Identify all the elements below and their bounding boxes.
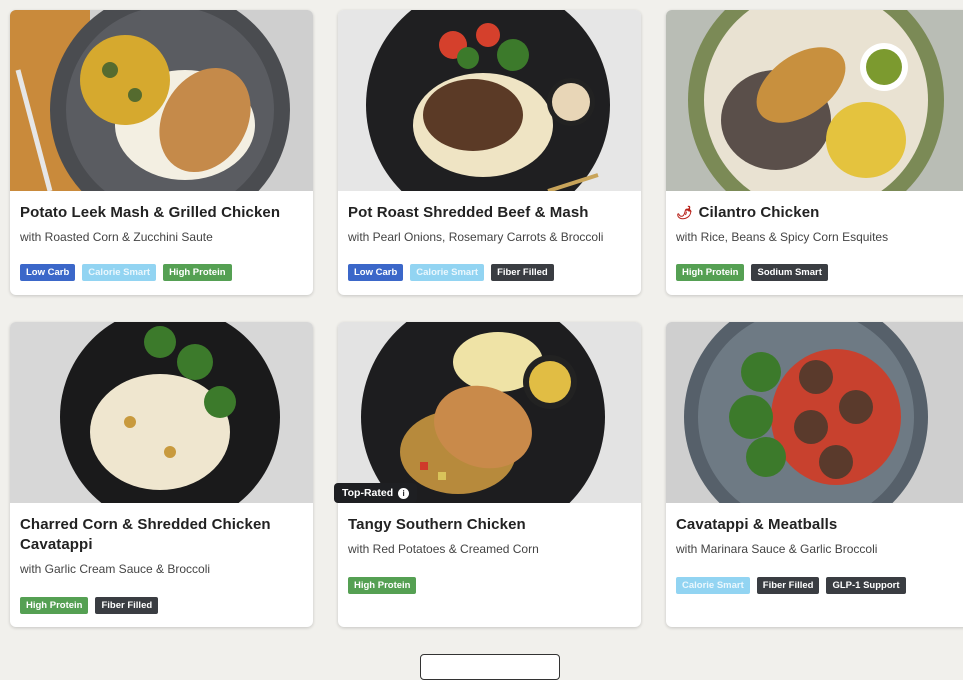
- meal-title[interactable]: 🌶 Cilantro Chicken: [676, 203, 959, 223]
- meal-image[interactable]: [666, 10, 963, 191]
- tag-calorie-smart: Calorie Smart: [82, 264, 157, 281]
- tag-list: Low Carb Calorie Smart High Protein: [20, 264, 232, 281]
- meal-subtitle: with Garlic Cream Sauce & Broccoli: [20, 562, 211, 576]
- meal-photo-illustration: [666, 10, 963, 191]
- meal-photo-illustration: [338, 322, 641, 503]
- meal-title[interactable]: Charred Corn & Shredded Chicken Cavatapp…: [20, 515, 303, 555]
- meal-image[interactable]: [338, 10, 641, 191]
- top-rated-badge[interactable]: Top-Rated i: [334, 483, 418, 503]
- info-icon[interactable]: i: [398, 487, 410, 499]
- tag-calorie-smart: Calorie Smart: [410, 264, 485, 281]
- tag-high-protein: High Protein: [676, 264, 745, 281]
- tag-high-protein: High Protein: [20, 597, 89, 614]
- meal-title[interactable]: Potato Leek Mash & Grilled Chicken: [20, 203, 303, 223]
- meal-title-text: Cilantro Chicken: [698, 204, 820, 221]
- meal-image[interactable]: [10, 10, 313, 191]
- tag-sodium-smart: Sodium Smart: [751, 264, 828, 281]
- meal-photo-illustration: [666, 322, 963, 503]
- tag-fiber-filled: Fiber Filled: [756, 577, 820, 594]
- meal-subtitle: with Red Potatoes & Creamed Corn: [348, 542, 539, 556]
- tag-list: Low Carb Calorie Smart Fiber Filled: [348, 264, 554, 281]
- tag-list: High Protein Fiber Filled: [20, 597, 159, 614]
- meal-image[interactable]: [666, 322, 963, 503]
- tag-calorie-smart: Calorie Smart: [676, 577, 750, 594]
- meal-card[interactable]: Potato Leek Mash & Grilled Chicken with …: [10, 10, 313, 295]
- meal-photo-illustration: [10, 10, 313, 191]
- meal-subtitle: with Pearl Onions, Rosemary Carrots & Br…: [348, 230, 604, 244]
- top-rated-label: Top-Rated: [342, 487, 394, 499]
- meal-photo-illustration: [10, 322, 313, 503]
- tag-fiber-filled: Fiber Filled: [491, 264, 554, 281]
- tag-low-carb: Low Carb: [348, 264, 404, 281]
- meal-subtitle: with Roasted Corn & Zucchini Saute: [20, 230, 213, 244]
- meal-card[interactable]: Charred Corn & Shredded Chicken Cavatapp…: [10, 322, 313, 627]
- meal-title[interactable]: Tangy Southern Chicken: [348, 515, 631, 535]
- meal-card[interactable]: Top-Rated i Tangy Southern Chicken with …: [334, 322, 641, 627]
- meal-photo-illustration: [338, 10, 641, 191]
- tag-fiber-filled: Fiber Filled: [95, 597, 159, 614]
- chili-pepper-icon: 🌶: [676, 205, 693, 220]
- tag-list: Calorie Smart Fiber Filled GLP-1 Support: [676, 577, 906, 594]
- meal-image[interactable]: Top-Rated i: [334, 322, 641, 503]
- tag-glp-1-support: GLP-1 Support: [826, 577, 906, 594]
- tag-high-protein: High Protein: [348, 577, 417, 594]
- load-more-button[interactable]: [420, 654, 560, 680]
- meal-subtitle: with Marinara Sauce & Garlic Broccoli: [676, 542, 878, 556]
- tag-list: High Protein Sodium Smart: [676, 264, 828, 281]
- meal-card[interactable]: 🌶 Cilantro Chicken with Rice, Beans & Spi…: [666, 10, 963, 295]
- meal-title[interactable]: Cavatappi & Meatballs: [676, 515, 959, 535]
- meal-title[interactable]: Pot Roast Shredded Beef & Mash: [348, 203, 631, 223]
- meal-card[interactable]: Cavatappi & Meatballs with Marinara Sauc…: [666, 322, 963, 627]
- meal-subtitle: with Rice, Beans & Spicy Corn Esquites: [676, 230, 889, 244]
- meal-card[interactable]: Pot Roast Shredded Beef & Mash with Pear…: [338, 10, 641, 295]
- tag-high-protein: High Protein: [163, 264, 232, 281]
- meal-image[interactable]: [10, 322, 313, 503]
- tag-list: High Protein: [348, 577, 417, 594]
- tag-low-carb: Low Carb: [20, 264, 76, 281]
